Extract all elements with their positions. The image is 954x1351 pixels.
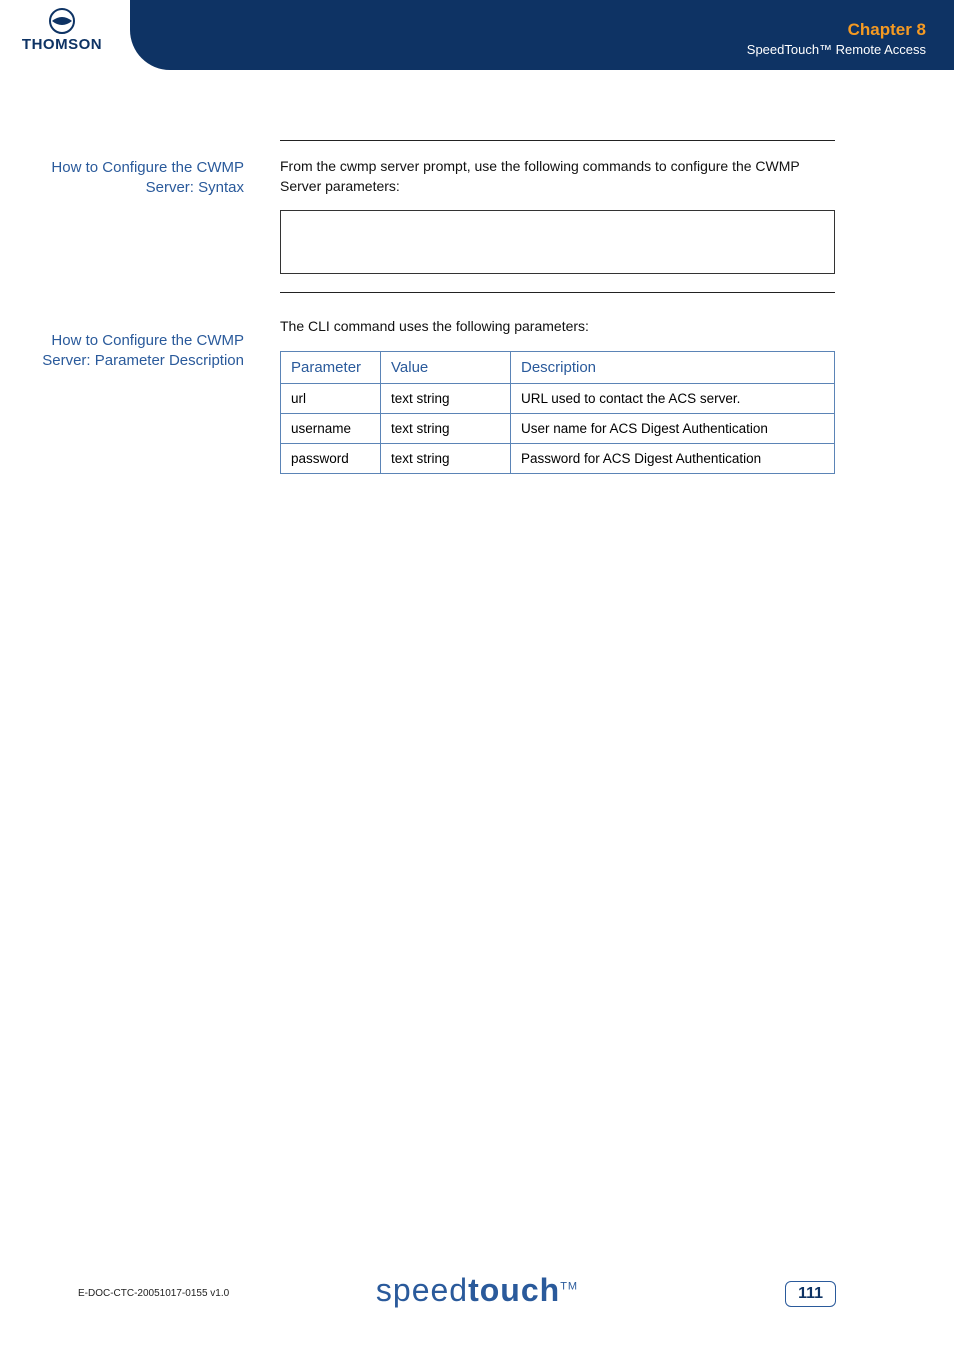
col-description: Description — [511, 351, 835, 383]
cell-desc: Password for ACS Digest Authentication — [511, 443, 835, 473]
brand-name: THOMSON — [12, 36, 112, 53]
brand-part-2: touch — [468, 1272, 560, 1308]
chapter-title: Chapter 8 — [747, 20, 926, 40]
params-intro-text: The CLI command uses the following param… — [280, 317, 835, 337]
cell-value: text string — [381, 443, 511, 473]
brand-logo: THOMSON — [12, 8, 112, 53]
page-number: 111 — [785, 1281, 836, 1307]
cell-desc: URL used to contact the ACS server. — [511, 383, 835, 413]
cell-desc: User name for ACS Digest Authentication — [511, 413, 835, 443]
table-header-row: Parameter Value Description — [281, 351, 835, 383]
cell-param: url — [281, 383, 381, 413]
chapter-block: Chapter 8 SpeedTouch™ Remote Access — [747, 20, 926, 57]
section-syntax: How to Configure the CWMP Server: Syntax… — [0, 140, 954, 293]
table-row: username text string User name for ACS D… — [281, 413, 835, 443]
page-content: How to Configure the CWMP Server: Syntax… — [0, 140, 954, 498]
table-row: password text string Password for ACS Di… — [281, 443, 835, 473]
main-column: The CLI command uses the following param… — [262, 317, 835, 474]
brand-part-1: speed — [376, 1272, 468, 1308]
cell-param: username — [281, 413, 381, 443]
divider — [280, 140, 835, 141]
page-footer: E-DOC-CTC-20051017-0155 v1.0 speedtouchT… — [0, 1249, 954, 1309]
code-block — [280, 210, 835, 274]
product-brand: speedtouchTM — [376, 1272, 578, 1309]
col-value: Value — [381, 351, 511, 383]
divider — [280, 292, 835, 293]
section-params: How to Configure the CWMP Server: Parame… — [0, 317, 954, 474]
thomson-globe-icon — [49, 8, 75, 34]
chapter-subtitle: SpeedTouch™ Remote Access — [747, 42, 926, 57]
main-column: From the cwmp server prompt, use the fol… — [262, 140, 835, 293]
document-id: E-DOC-CTC-20051017-0155 v1.0 — [78, 1288, 229, 1299]
cell-value: text string — [381, 413, 511, 443]
col-parameter: Parameter — [281, 351, 381, 383]
cell-param: password — [281, 443, 381, 473]
side-heading-params: How to Configure the CWMP Server: Parame… — [0, 317, 262, 474]
page-header: THOMSON Chapter 8 SpeedTouch™ Remote Acc… — [0, 0, 954, 90]
trademark-symbol: TM — [560, 1280, 578, 1292]
syntax-intro-text: From the cwmp server prompt, use the fol… — [280, 157, 835, 196]
table-row: url text string URL used to contact the … — [281, 383, 835, 413]
parameter-table: Parameter Value Description url text str… — [280, 351, 835, 474]
side-heading-syntax: How to Configure the CWMP Server: Syntax — [0, 140, 262, 293]
cell-value: text string — [381, 383, 511, 413]
